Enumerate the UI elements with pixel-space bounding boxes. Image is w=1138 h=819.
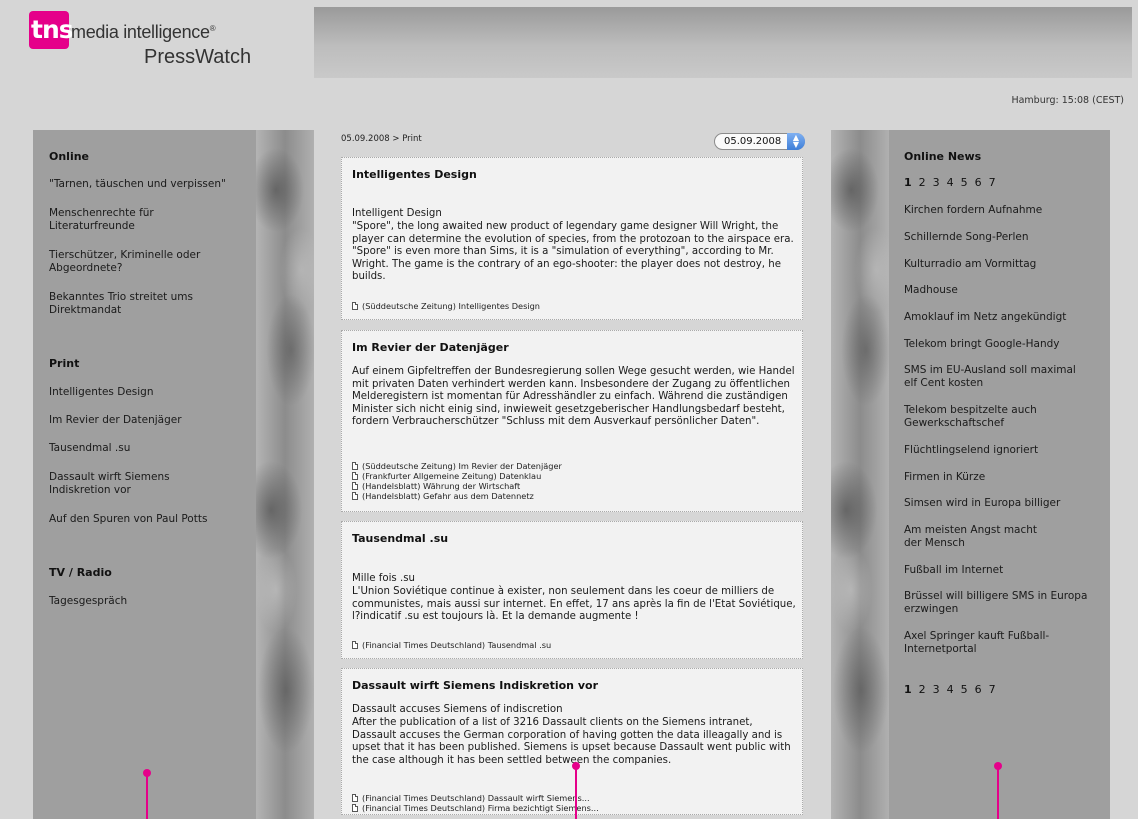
document-icon	[352, 302, 358, 310]
left-sidebar: Online "Tarnen, täuschen und verpissen" …	[33, 130, 314, 819]
pager-page[interactable]: 6	[975, 683, 982, 696]
pager-page[interactable]: 1	[904, 176, 912, 189]
date-select[interactable]: 05.09.2008 ▲ ▼	[714, 133, 805, 150]
news-item[interactable]: Axel Springer kauft Fußball-Internetport…	[904, 630, 1054, 656]
pager-page[interactable]: 3	[933, 683, 940, 696]
section-title-online-news: Online News	[904, 150, 982, 163]
left-online-item[interactable]: Menschenrechte für Literaturfreunde	[49, 207, 189, 233]
article-source-link[interactable]: (Süddeutsche Zeitung) Intelligentes Desi…	[352, 301, 797, 311]
sidebar-texture	[256, 130, 314, 819]
left-tv-item[interactable]: Tagesgespräch	[49, 595, 249, 608]
news-item[interactable]: Simsen wird in Europa billiger	[904, 497, 1099, 510]
sidebar-texture	[831, 130, 889, 819]
pager-page[interactable]: 2	[919, 683, 926, 696]
document-icon	[352, 472, 358, 480]
breadcrumb: 05.09.2008 > Print	[341, 134, 422, 144]
pager-page[interactable]: 7	[989, 683, 996, 696]
article-title[interactable]: Tausendmal .su	[352, 532, 448, 545]
document-icon	[352, 804, 358, 812]
article-subtitle: Intelligent Design	[352, 208, 442, 219]
article-source-link[interactable]: (Handelsblatt) Gefahr aus dem Datennetz	[352, 491, 797, 501]
article-source-link[interactable]: (Handelsblatt) Währung der Wirtschaft	[352, 481, 797, 491]
pager-page[interactable]: 1	[904, 683, 912, 696]
pager-page[interactable]: 6	[975, 176, 982, 189]
article-card: Dassault wirft Siemens Indiskretion vor …	[341, 668, 803, 815]
news-item[interactable]: SMS im EU-Ausland soll maximal elf Cent …	[904, 364, 1089, 390]
annotation-pin-right	[994, 762, 1002, 819]
article-sources: (Süddeutsche Zeitung) Im Revier der Date…	[352, 461, 797, 501]
article-source-link[interactable]: (Süddeutsche Zeitung) Im Revier der Date…	[352, 461, 797, 471]
article-card: Tausendmal .su Mille fois .su L'Union So…	[341, 521, 803, 659]
document-icon	[352, 641, 358, 649]
news-item[interactable]: Telekom bringt Google-Handy	[904, 338, 1099, 351]
article-source-link[interactable]: (Financial Times Deutschland) Tausendmal…	[352, 640, 797, 650]
news-item[interactable]: Madhouse	[904, 284, 1099, 297]
pager-page[interactable]: 5	[961, 683, 968, 696]
news-item[interactable]: Brüssel will billigere SMS in Europa erz…	[904, 590, 1094, 616]
annotation-pin-left	[143, 769, 151, 819]
left-print-item[interactable]: Auf den Spuren von Paul Potts	[49, 513, 249, 526]
left-print-item[interactable]: Im Revier der Datenjäger	[49, 414, 249, 427]
news-pager-top: 1234567	[904, 176, 1003, 189]
select-arrows-icon: ▲ ▼	[787, 133, 805, 150]
pager-page[interactable]: 4	[947, 683, 954, 696]
document-icon	[352, 492, 358, 500]
left-print-item[interactable]: Dassault wirft Siemens Indiskretion vor	[49, 471, 189, 497]
left-online-item[interactable]: Tierschützer, Kriminelle oder Abgeordnet…	[49, 249, 209, 275]
news-item[interactable]: Am meisten Angst macht der Mensch	[904, 524, 1054, 550]
news-item[interactable]: Schillernde Song-Perlen	[904, 231, 1099, 244]
pager-page[interactable]: 3	[933, 176, 940, 189]
article-sources: (Süddeutsche Zeitung) Intelligentes Desi…	[352, 301, 797, 311]
pager-page[interactable]: 5	[961, 176, 968, 189]
news-item[interactable]: Telekom bespitzelte auch Gewerkschaftsch…	[904, 404, 1054, 430]
article-body: After the publication of a list of 3216 …	[352, 717, 791, 766]
article-title[interactable]: Intelligentes Design	[352, 168, 477, 181]
section-title-online: Online	[49, 150, 90, 163]
article-body: L'Union Soviétique continue à exister, n…	[352, 586, 796, 622]
left-print-item[interactable]: Intelligentes Design	[49, 386, 249, 399]
news-item[interactable]: Amoklauf im Netz angekündigt	[904, 311, 1099, 324]
left-online-item[interactable]: "Tarnen, täuschen und verpissen"	[49, 178, 249, 191]
news-item[interactable]: Firmen in Kürze	[904, 471, 1099, 484]
logo-tns-text: tns	[31, 15, 74, 44]
header-banner	[314, 7, 1132, 78]
article-body: "Spore", the long awaited new product of…	[352, 221, 794, 282]
date-select-value: 05.09.2008	[724, 136, 782, 147]
annotation-pin-center	[572, 762, 580, 819]
article-subtitle: Mille fois .su	[352, 573, 415, 584]
article-sources: (Financial Times Deutschland) Tausendmal…	[352, 640, 797, 650]
article-source-link[interactable]: (Frankfurter Allgemeine Zeitung) Datenkl…	[352, 471, 797, 481]
document-icon	[352, 794, 358, 802]
article-title[interactable]: Dassault wirft Siemens Indiskretion vor	[352, 679, 598, 692]
article-body: Auf einem Gipfeltreffen der Bundesregier…	[352, 366, 795, 427]
document-icon	[352, 482, 358, 490]
left-print-item[interactable]: Tausendmal .su	[49, 442, 249, 455]
news-item[interactable]: Kirchen fordern Aufnahme	[904, 204, 1099, 217]
right-sidebar: Online News 1234567 Kirchen fordern Aufn…	[831, 130, 1110, 819]
left-online-item[interactable]: Bekanntes Trio streitet ums Direktmandat	[49, 291, 209, 317]
logo-presswatch: PressWatch	[144, 46, 252, 68]
article-card: Intelligentes Design Intelligent Design …	[341, 157, 803, 320]
logo-media-intelligence: media intelligence®	[71, 22, 216, 42]
article-subtitle: Dassault accuses Siemens of indiscretion	[352, 704, 563, 715]
pager-page[interactable]: 2	[919, 176, 926, 189]
news-item[interactable]: Flüchtlingselend ignoriert	[904, 444, 1099, 457]
news-item[interactable]: Fußball im Internet	[904, 564, 1099, 577]
pager-page[interactable]: 7	[989, 176, 996, 189]
pager-page[interactable]: 4	[947, 176, 954, 189]
news-item[interactable]: Kulturradio am Vormittag	[904, 258, 1099, 271]
document-icon	[352, 462, 358, 470]
news-pager-bottom: 1234567	[904, 683, 1003, 696]
section-title-print: Print	[49, 357, 80, 370]
logo[interactable]: tns media intelligence® PressWatch	[0, 0, 314, 78]
local-time: Hamburg: 15:08 (CEST)	[1011, 95, 1124, 106]
article-card: Im Revier der Datenjäger Auf einem Gipfe…	[341, 330, 803, 512]
article-title[interactable]: Im Revier der Datenjäger	[352, 341, 509, 354]
section-title-tv-radio: TV / Radio	[49, 566, 112, 579]
